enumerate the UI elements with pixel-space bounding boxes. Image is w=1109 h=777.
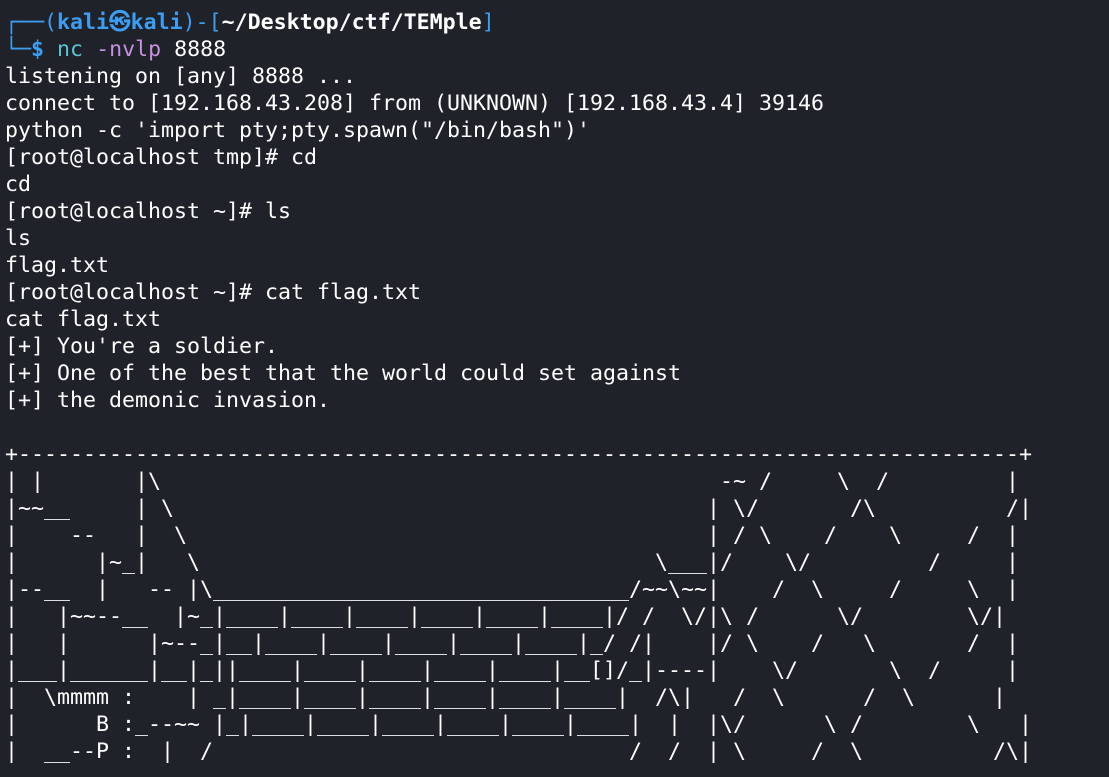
ascii-art-line: | |~~--__ |~_|____|____|____|____|____|_… xyxy=(5,604,1007,629)
command-port: 8888 xyxy=(174,37,227,62)
output-line: ls xyxy=(5,226,32,251)
terminal-window[interactable]: ┌──(kali㉿kali)-[~/Desktop/ctf/TEMple] └─… xyxy=(0,0,1109,777)
prompt-frame-second: └─ xyxy=(5,37,32,62)
output-line: connect to [192.168.43.208] from (UNKNOW… xyxy=(5,91,825,116)
output-line: [root@localhost ~]# cat flag.txt xyxy=(5,280,422,305)
prompt-frame-open: ┌──( xyxy=(5,10,58,35)
command-name: nc xyxy=(57,37,84,62)
ascii-art-line: |___|______|__|_||____|____|____|____|__… xyxy=(5,658,1020,683)
output-line: [root@localhost tmp]# cd xyxy=(5,145,318,170)
ascii-art-line: |~~__ | \ | \/ /\ /| xyxy=(5,496,1033,521)
output-line: flag.txt xyxy=(5,253,110,278)
skull-icon: ㉿ xyxy=(109,10,131,35)
output-line: [+] the demonic invasion. xyxy=(5,388,331,413)
prompt-frame-mid: )-[ xyxy=(182,10,222,35)
ascii-art-line: | -- | \ | / \ / \ / | xyxy=(5,523,1020,548)
ascii-art-line: | | |\ -~ / \ / | xyxy=(5,469,1020,494)
prompt-line-1: ┌──(kali㉿kali)-[~/Desktop/ctf/TEMple] xyxy=(5,9,495,36)
prompt-dollar: $ xyxy=(31,37,45,62)
ascii-art-line: | |~_| \ \___|/ \/ / | xyxy=(5,550,1020,575)
prompt-line-2: └─$ nc -nvlp 8888 xyxy=(5,36,226,63)
ascii-art-line: | B :_--~~ |_|____|____|____|____|____|_… xyxy=(5,712,1033,737)
ascii-art-line: | | |~--_|__|____|____|____|____|____|_/… xyxy=(5,631,1020,656)
output-line: cat flag.txt xyxy=(5,307,162,332)
output-line: [+] You're a soldier. xyxy=(5,334,279,359)
output-line: listening on [any] 8888 ... xyxy=(5,64,357,89)
prompt-host: kali xyxy=(130,10,183,35)
ascii-art-line: +---------------------------------------… xyxy=(5,442,1033,467)
ascii-art-line: | __--P : | / / / | \ / \ /\| xyxy=(5,739,1033,764)
output-line: [root@localhost ~]# ls xyxy=(5,199,292,224)
ascii-art-line: | \mmmm : | _|____|____|____|____|____|_… xyxy=(5,685,1007,710)
prompt-frame-close: ] xyxy=(481,10,495,35)
prompt-user: kali xyxy=(57,10,110,35)
command-flags: -nvlp xyxy=(96,37,162,62)
output-line: cd xyxy=(5,172,32,197)
prompt-path: ~/Desktop/ctf/TEMple xyxy=(221,10,482,35)
ascii-art-line: |--__ | -- |\___________________________… xyxy=(5,577,1020,602)
output-line: [+] One of the best that the world could… xyxy=(5,361,682,386)
output-line: python -c 'import pty;pty.spawn("/bin/ba… xyxy=(5,118,591,143)
